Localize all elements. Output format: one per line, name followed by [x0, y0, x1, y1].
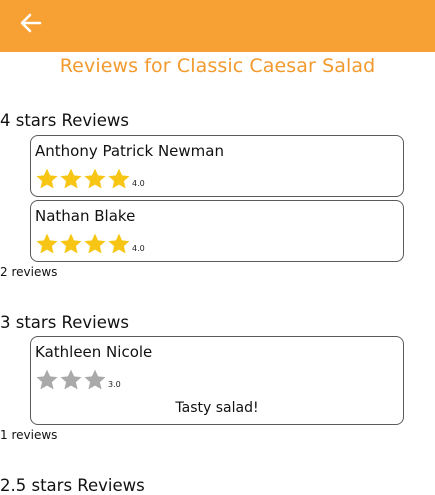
- back-button[interactable]: [14, 8, 48, 38]
- review-count: 1 reviews: [0, 428, 58, 442]
- star-rating: 4.0: [35, 167, 145, 191]
- star-icon: [84, 168, 106, 189]
- reviewer-name: Anthony Patrick Newman: [35, 142, 224, 160]
- star-rating: 4.0: [35, 232, 145, 256]
- star-rating: 3.0: [35, 368, 121, 392]
- review-card: Anthony Patrick Newman 4.0: [30, 135, 404, 197]
- star-icon: [36, 168, 58, 189]
- star-icon: [60, 233, 82, 254]
- review-card: Nathan Blake 4.0: [30, 200, 404, 262]
- reviewer-name: Nathan Blake: [35, 207, 136, 225]
- section-heading-4-stars: 4 stars Reviews: [0, 111, 130, 130]
- reviewer-name: Kathleen Nicole: [35, 343, 153, 361]
- review-card: Kathleen Nicole 3.0 Tasty salad!: [30, 336, 404, 425]
- review-count: 2 reviews: [0, 265, 58, 279]
- star-icon: [36, 233, 58, 254]
- star-icon: [84, 233, 106, 254]
- rating-value: 4.0: [132, 244, 145, 253]
- rating-value: 4.0: [132, 179, 145, 188]
- star-icon: [60, 369, 82, 390]
- page-title: Reviews for Classic Caesar Salad: [59, 55, 376, 77]
- app-bar: [0, 0, 435, 52]
- review-comment: Tasty salad!: [175, 400, 259, 416]
- star-icon: [36, 369, 58, 390]
- star-icon: [108, 168, 130, 189]
- arrow-left-icon: [20, 13, 42, 33]
- section-heading-2-5-stars: 2.5 stars Reviews: [0, 476, 145, 495]
- section-heading-3-stars: 3 stars Reviews: [0, 313, 130, 332]
- rating-value: 3.0: [108, 380, 121, 389]
- star-icon: [84, 369, 106, 390]
- star-icon: [60, 168, 82, 189]
- star-icon: [108, 233, 130, 254]
